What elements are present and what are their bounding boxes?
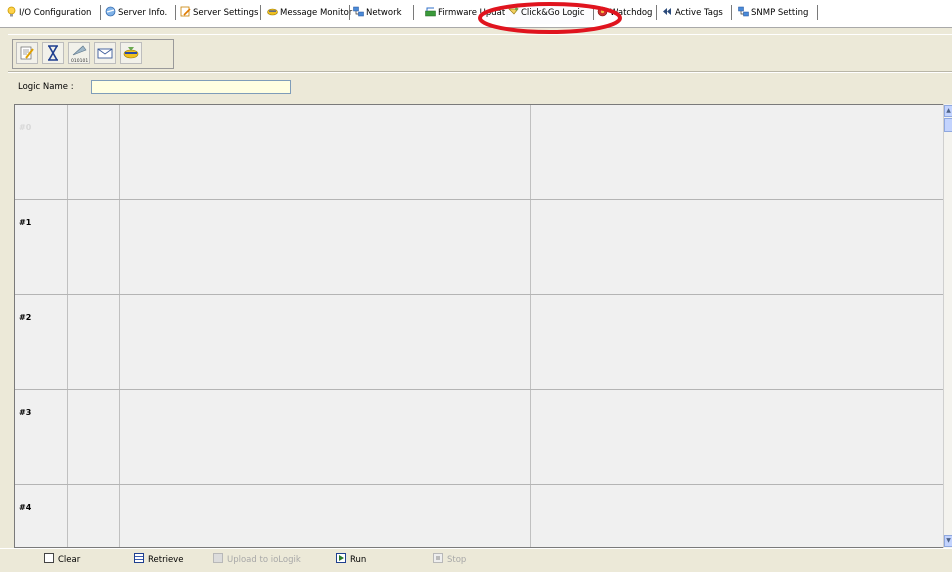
rule-enable-cell[interactable]: [68, 105, 120, 199]
run-label: Run: [350, 555, 367, 565]
play-icon: [336, 553, 346, 563]
stop-icon: [433, 553, 443, 563]
rule-row-4[interactable]: #4: [15, 485, 943, 547]
run-button[interactable]: Run: [336, 553, 366, 566]
tab-network[interactable]: Network: [351, 4, 402, 22]
rule-label: #2: [19, 313, 32, 322]
logic-name-label: Logic Name :: [18, 82, 74, 92]
tab-label: Active Tags: [675, 8, 723, 18]
tab-label: Firmware Update: [438, 8, 511, 18]
rule-enable-cell[interactable]: [68, 200, 120, 294]
server-info-icon: [105, 6, 116, 17]
watchdog-icon: [597, 6, 608, 17]
tab-server-settings[interactable]: Server Settings: [178, 4, 258, 22]
message-monitor-icon: [267, 6, 278, 17]
scroll-down-arrow-icon[interactable]: ▼: [944, 535, 952, 547]
rule-if-cell[interactable]: [120, 390, 531, 484]
active-tags-icon: [662, 6, 673, 17]
rule-enable-cell[interactable]: [68, 485, 120, 547]
tab-label: Network: [366, 8, 402, 18]
rule-enable-cell[interactable]: [68, 295, 120, 389]
tab-bar: I/O Configuration Server Info. Server Se…: [0, 0, 952, 28]
toolbar-button-group: 010101: [12, 39, 174, 69]
rule-index-cell: #2: [15, 295, 68, 389]
binary-upload-icon: 010101: [71, 45, 88, 64]
rule-index-cell: #4: [15, 485, 68, 547]
server-settings-icon: [180, 6, 191, 17]
rule-if-cell[interactable]: [120, 485, 531, 547]
rule-row-0[interactable]: #0: [15, 105, 943, 200]
rule-label: #0: [19, 123, 32, 132]
export-button[interactable]: [120, 42, 142, 64]
firmware-icon: [425, 6, 436, 17]
mail-button[interactable]: [94, 42, 116, 64]
rule-row-2[interactable]: #2: [15, 295, 943, 390]
upload-label: Upload to ioLogik: [227, 555, 301, 565]
tab-label: SNMP Setting: [751, 8, 809, 18]
tab-snmp-setting[interactable]: SNMP Setting: [736, 4, 808, 22]
table-icon: [134, 553, 144, 563]
network-icon: [353, 6, 364, 17]
rule-then-cell[interactable]: [531, 295, 943, 389]
logic-toolbar: 010101: [8, 34, 952, 72]
tab-label: I/O Configuration: [19, 8, 92, 18]
tab-firmware-update[interactable]: Firmware Update: [423, 4, 510, 22]
upload-icon: [213, 553, 223, 563]
new-page-icon: [44, 553, 54, 563]
rule-then-cell[interactable]: [531, 390, 943, 484]
tab-click-go-logic[interactable]: Click&Go Logic: [505, 2, 596, 24]
rule-then-cell[interactable]: [531, 200, 943, 294]
rule-then-cell[interactable]: [531, 105, 943, 199]
edit-button[interactable]: [16, 42, 38, 64]
stop-label: Stop: [447, 555, 467, 565]
mail-icon: [97, 48, 113, 59]
upload-button[interactable]: Upload to ioLogik: [213, 553, 301, 566]
timer-icon: [48, 45, 58, 61]
retrieve-label: Retrieve: [148, 555, 184, 565]
tab-label: Server Settings: [193, 8, 259, 18]
rule-index-cell: #3: [15, 390, 68, 484]
tab-label: Watchdog: [610, 8, 653, 18]
rule-label: #3: [19, 408, 32, 417]
scroll-thumb[interactable]: [944, 118, 952, 132]
logic-icon: [508, 4, 519, 15]
tab-io-configuration[interactable]: I/O Configuration: [4, 4, 91, 22]
retrieve-button[interactable]: Retrieve: [134, 553, 183, 566]
vertical-scrollbar[interactable]: ▲ ▼: [943, 104, 952, 548]
logic-rule-grid[interactable]: #0 #1 #2 #3 #4: [14, 104, 943, 548]
clear-label: Clear: [58, 555, 81, 565]
rule-index-cell: #0: [15, 105, 68, 199]
binary-upload-button[interactable]: 010101: [68, 42, 90, 64]
clear-button[interactable]: Clear: [44, 553, 80, 566]
rule-label: #1: [19, 218, 32, 227]
rule-enable-cell[interactable]: [68, 390, 120, 484]
logic-name-input[interactable]: [91, 80, 291, 94]
scroll-up-arrow-icon[interactable]: ▲: [944, 105, 952, 117]
snmp-icon: [738, 6, 749, 17]
export-icon: [123, 47, 139, 59]
rule-row-3[interactable]: #3: [15, 390, 943, 485]
timer-button[interactable]: [42, 42, 64, 64]
rule-if-cell[interactable]: [120, 200, 531, 294]
tab-label: Click&Go Logic: [521, 8, 585, 18]
svg-text:010101: 010101: [71, 58, 88, 63]
rule-index-cell: #1: [15, 200, 68, 294]
tab-label: Server Info.: [118, 8, 168, 18]
tab-server-info[interactable]: Server Info.: [103, 4, 167, 22]
stop-button[interactable]: Stop: [433, 553, 466, 566]
lightbulb-icon: [6, 6, 17, 17]
rule-if-cell[interactable]: [120, 105, 531, 199]
tab-message-monitor[interactable]: Message Monitor: [265, 4, 352, 22]
rule-then-cell[interactable]: [531, 485, 943, 547]
edit-icon: [20, 46, 34, 60]
rule-if-cell[interactable]: [120, 295, 531, 389]
rule-row-1[interactable]: #1: [15, 200, 943, 295]
tab-label: Message Monitor: [280, 8, 353, 18]
tab-active-tags[interactable]: Active Tags: [660, 4, 723, 22]
tab-watchdog[interactable]: Watchdog: [595, 4, 652, 22]
rule-label: #4: [19, 503, 32, 512]
